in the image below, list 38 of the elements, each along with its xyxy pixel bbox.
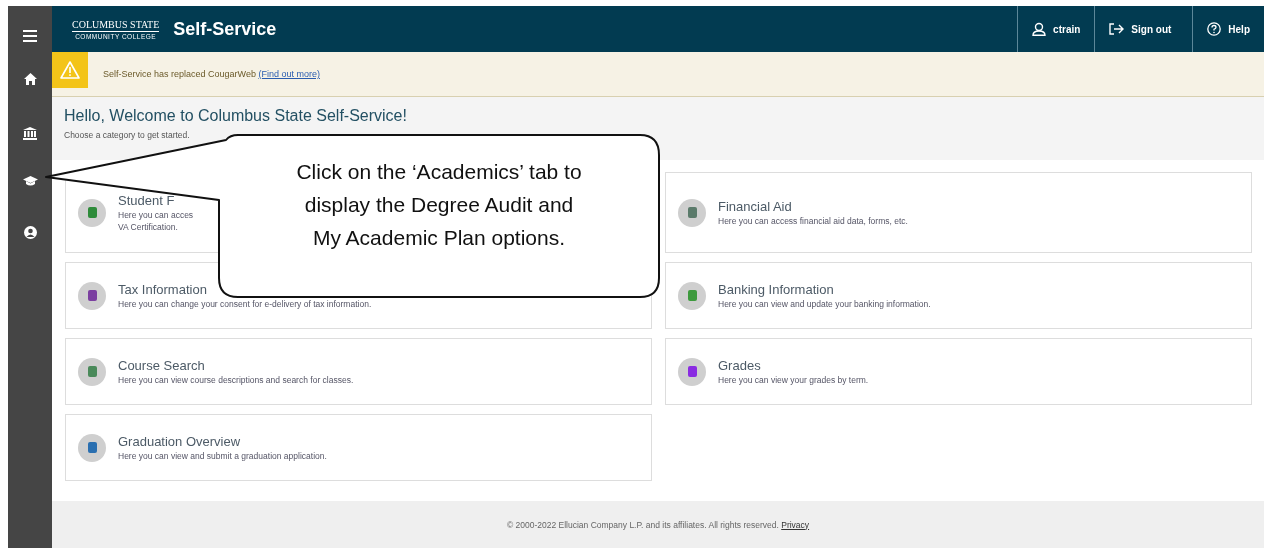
card-description: Here you can view your grades by term. — [718, 375, 869, 385]
find-out-more-link[interactable]: (Find out more) — [258, 69, 320, 79]
card-description: Here you can view and submit a graduation application. — [118, 451, 327, 461]
home-icon[interactable] — [23, 73, 37, 85]
warning-icon — [60, 61, 80, 79]
welcome-heading: Hello, Welcome to Columbus State Self-Service! — [64, 107, 408, 125]
bank-icon[interactable] — [23, 127, 37, 140]
card-description: VA Certification. — [118, 222, 179, 232]
callout-text: display the Degree Audit and — [303, 192, 575, 218]
category-card[interactable]: Graduation Overview Here you can view and submit a graduation application. — [65, 414, 652, 481]
card-description: Here you can view course descriptions and search for classes. — [118, 375, 354, 385]
help-icon — [1207, 22, 1222, 36]
card-title: Financial Aid — [718, 199, 793, 214]
card-title: Tax Information — [118, 282, 208, 297]
privacy-link[interactable]: Privacy — [781, 519, 810, 530]
category-card[interactable]: Grades Here you can view your grades by term. — [665, 338, 1252, 405]
category-card[interactable]: Course Search Here you can view course descriptions and search for classes. — [65, 338, 652, 405]
app-title: Self-Service — [173, 18, 277, 40]
card-title: Grades — [718, 358, 762, 373]
sign-out-icon — [1109, 23, 1125, 35]
category-card[interactable]: Banking Information Here you can view and update your banking information. — [665, 262, 1252, 329]
logo-name: COLUMBUS STATE — [72, 18, 160, 32]
welcome-subtitle: Choose a category to get started. — [64, 130, 191, 140]
card-title: Course Search — [118, 358, 206, 373]
card-title: Banking Information — [718, 282, 835, 297]
callout-text: My Academic Plan options. — [311, 225, 567, 251]
card-description: Here you can access financial aid data, forms, etc. — [718, 216, 908, 226]
category-card[interactable]: Financial Aid Here you can access financial aid data, forms, etc. — [665, 172, 1252, 253]
user-icon[interactable] — [23, 226, 37, 239]
notice-text: Self-Service has replaced CougarWeb (Find out more) — [103, 69, 320, 79]
card-title: Graduation Overview — [118, 434, 242, 449]
user-icon — [1032, 22, 1047, 36]
copyright-text: © 2000-2022 Ellucian Company L.P. and its affiliates. All rights reserved. Privacy — [506, 519, 810, 530]
menu-icon[interactable] — [23, 30, 37, 42]
card-description: Here you can acces — [118, 210, 194, 220]
card-description: Here you can view and update your banking information. — [718, 299, 931, 309]
card-title: Student F — [118, 193, 176, 208]
card-description: Here you can change your consent for e-delivery of tax information. — [118, 299, 372, 309]
